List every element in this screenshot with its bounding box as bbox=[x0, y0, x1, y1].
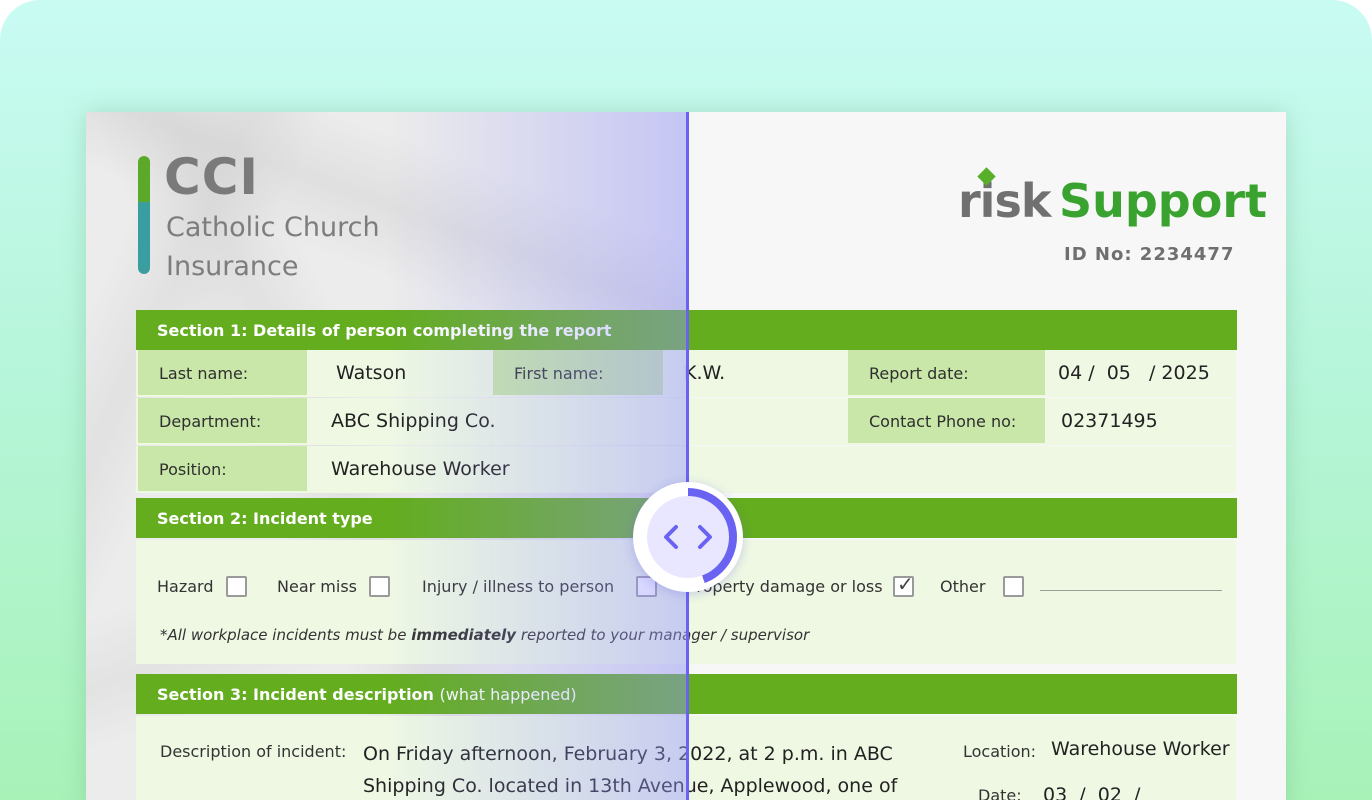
other-text-line[interactable] bbox=[1040, 590, 1222, 591]
incident-date-label: Date: bbox=[978, 786, 1022, 800]
option-other-label: Other bbox=[940, 577, 986, 596]
cci-logo-bar-green bbox=[138, 156, 150, 202]
left-right-arrows-icon bbox=[664, 525, 712, 549]
footnote-text-pre: *All workplace incidents must be bbox=[160, 626, 412, 644]
last-name-label: Last name: bbox=[138, 350, 307, 395]
section1-title: Section 1: Details of person completing … bbox=[157, 321, 612, 340]
location-value[interactable]: Warehouse Worker bbox=[1051, 738, 1230, 760]
hazard-checkbox[interactable] bbox=[226, 576, 247, 597]
risk-logo-word: risk bbox=[958, 174, 1051, 228]
first-name-label: First name: bbox=[493, 350, 663, 395]
footnote-emphasis: immediately bbox=[411, 626, 517, 644]
cci-logo-bar-teal bbox=[138, 202, 150, 274]
comparison-divider[interactable] bbox=[686, 112, 689, 800]
app-background: CCI Catholic Church Insurance risk Suppo… bbox=[0, 0, 1372, 800]
department-value[interactable]: ABC Shipping Co. bbox=[331, 398, 496, 443]
section2-title: Section 2: Incident type bbox=[157, 509, 373, 528]
handle-inner bbox=[647, 496, 729, 578]
description-value[interactable]: On Friday afternoon, February 3, 2022, a… bbox=[363, 738, 923, 800]
location-label: Location: bbox=[963, 742, 1037, 761]
report-date-label: Report date: bbox=[848, 350, 1045, 395]
first-name-value[interactable]: K.W. bbox=[684, 350, 725, 395]
description-label: Description of incident: bbox=[160, 742, 347, 761]
document-id: ID No: 2234477 bbox=[1064, 244, 1235, 265]
phone-value[interactable]: 02371495 bbox=[1061, 398, 1158, 443]
phone-label: Contact Phone no: bbox=[848, 398, 1045, 443]
near-miss-checkbox[interactable] bbox=[369, 576, 390, 597]
checkmark-icon: ✓ bbox=[897, 572, 914, 596]
section3-title-note: (what happened) bbox=[439, 685, 577, 704]
section3-title: Section 3: Incident description bbox=[157, 685, 434, 704]
property-checkbox[interactable]: ✓ bbox=[893, 572, 914, 597]
last-name-value[interactable]: Watson bbox=[336, 350, 406, 395]
option-near-miss-label: Near miss bbox=[277, 577, 357, 596]
comparison-slider-handle[interactable] bbox=[633, 482, 743, 592]
cci-logo-name: Catholic Church Insurance bbox=[166, 212, 380, 282]
incident-footnote: *All workplace incidents must be immedia… bbox=[160, 626, 809, 644]
department-label: Department: bbox=[138, 398, 307, 443]
report-date-value[interactable]: 04 / 05 / 2025 bbox=[1058, 350, 1210, 395]
option-injury-label: Injury / illness to person bbox=[422, 577, 615, 596]
footnote-text-post: reported to your manager / supervisor bbox=[516, 626, 810, 644]
support-logo-word: Support bbox=[1059, 174, 1268, 228]
position-label: Position: bbox=[138, 446, 307, 491]
position-value[interactable]: Warehouse Worker bbox=[331, 446, 510, 491]
other-checkbox[interactable] bbox=[1003, 576, 1024, 597]
incident-date-value[interactable]: 03 / 02 / bbox=[1043, 784, 1140, 800]
before-after-document-viewer: CCI Catholic Church Insurance risk Suppo… bbox=[86, 112, 1286, 800]
option-hazard-label: Hazard bbox=[157, 577, 214, 596]
cci-logo-acronym: CCI bbox=[164, 148, 259, 206]
